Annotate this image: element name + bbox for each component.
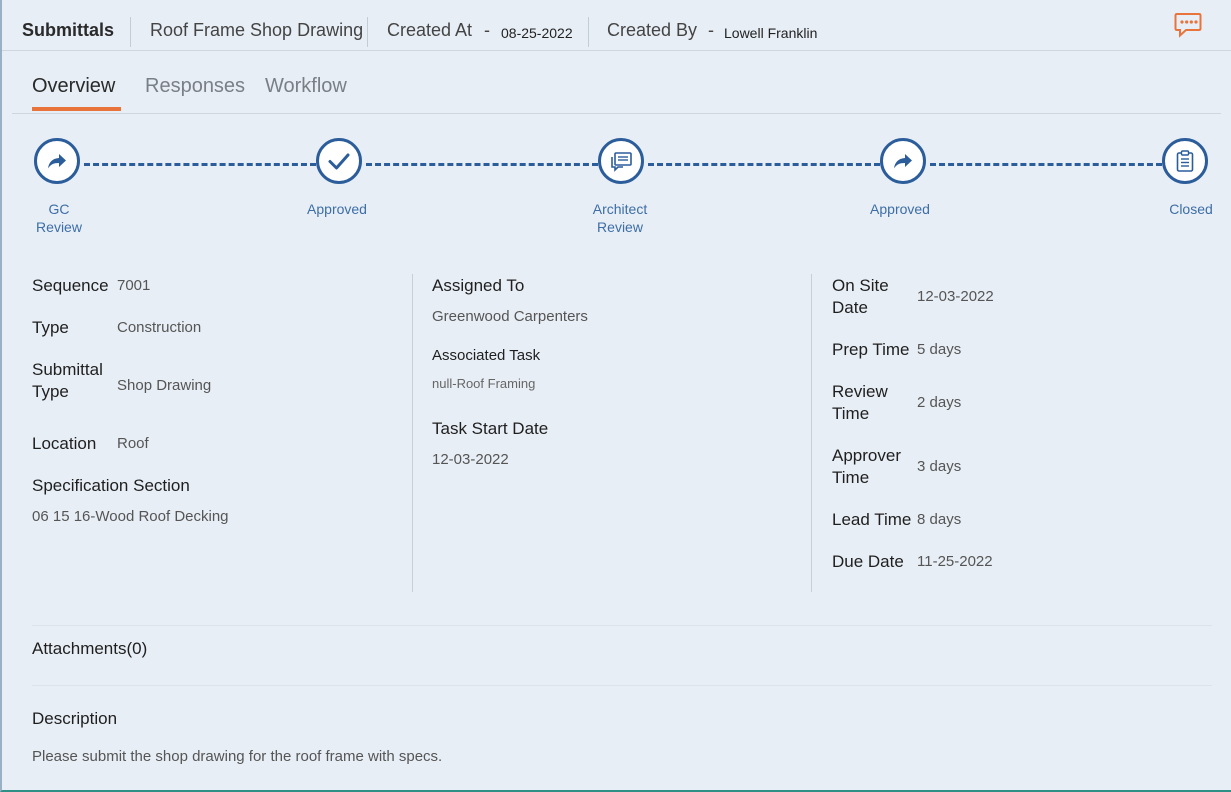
section-divider bbox=[32, 685, 1212, 686]
workflow-step-label: GC Review bbox=[4, 200, 114, 236]
step-label-line: GC bbox=[48, 201, 70, 217]
label-line: Time bbox=[832, 404, 870, 423]
step-label-line: Closed bbox=[1169, 201, 1213, 217]
workflow-step-label: Approved bbox=[282, 200, 392, 218]
review-time-value: 2 days bbox=[917, 394, 962, 411]
workflow-step-architect-review[interactable] bbox=[598, 138, 644, 184]
created-by-label: Created By bbox=[607, 20, 698, 40]
header-divider bbox=[130, 17, 131, 47]
created-by-value: Lowell Franklin bbox=[724, 25, 818, 41]
associated-task-label: Associated Task bbox=[432, 347, 541, 364]
header-divider bbox=[588, 17, 589, 47]
label-line: Date bbox=[832, 298, 868, 317]
prep-time-value: 5 days bbox=[917, 341, 962, 358]
review-time-label: Review Time bbox=[832, 381, 888, 425]
tab-workflow[interactable]: Workflow bbox=[265, 74, 347, 98]
active-tab-indicator bbox=[32, 107, 121, 111]
section-divider bbox=[32, 625, 1212, 626]
share-arrow-icon bbox=[48, 154, 66, 169]
location-label: Location bbox=[32, 434, 97, 453]
approver-time-label: Approver Time bbox=[832, 445, 901, 489]
workflow-step-label: Architect Review bbox=[565, 200, 675, 236]
workflow-step-label: Approved bbox=[845, 200, 955, 218]
page-header: Submittals Roof Frame Shop Drawing Creat… bbox=[2, 0, 1231, 51]
description-label: Description bbox=[32, 709, 118, 728]
description-text: Please submit the shop drawing for the r… bbox=[32, 748, 443, 765]
tab-responses[interactable]: Responses bbox=[145, 74, 245, 98]
workflow-connector bbox=[648, 163, 880, 166]
created-at-value: 08-25-2022 bbox=[501, 25, 573, 41]
on-site-date-value: 12-03-2022 bbox=[917, 288, 994, 305]
lead-time-value: 8 days bbox=[917, 511, 962, 528]
label-line: Time bbox=[832, 468, 870, 487]
workflow-stepper: GC Review Approved Architect Review Appr… bbox=[2, 130, 1231, 240]
sequence-label: Sequence bbox=[32, 276, 109, 295]
on-site-date-label: On Site Date bbox=[832, 275, 889, 319]
share-arrow-icon bbox=[894, 154, 912, 169]
comments-icon bbox=[611, 152, 632, 172]
type-label: Type bbox=[32, 318, 69, 337]
submittal-type-label: Submittal Type bbox=[32, 359, 103, 403]
submittal-name: Roof Frame Shop Drawing bbox=[150, 20, 364, 40]
specification-section-value: 06 15 16-Wood Roof Decking bbox=[32, 508, 229, 525]
step-label-line: Architect bbox=[592, 201, 648, 217]
task-start-date-value: 12-03-2022 bbox=[432, 451, 509, 468]
workflow-step-approved-1[interactable] bbox=[316, 138, 362, 184]
workflow-connector bbox=[930, 163, 1162, 166]
workflow-step-label: Closed bbox=[1136, 200, 1231, 218]
created-by-dash: - bbox=[708, 20, 714, 40]
workflow-step-gc-review[interactable] bbox=[34, 138, 80, 184]
approver-time-value: 3 days bbox=[917, 458, 962, 475]
step-label-line: Approved bbox=[307, 201, 367, 217]
module-title: Submittals bbox=[22, 20, 115, 40]
step-label-line: Approved bbox=[870, 201, 930, 217]
column-divider bbox=[412, 274, 413, 592]
tab-overview[interactable]: Overview bbox=[32, 74, 115, 98]
header-divider bbox=[367, 17, 368, 47]
step-label-line: Review bbox=[597, 219, 643, 235]
location-value: Roof bbox=[117, 435, 149, 452]
assigned-to-label: Assigned To bbox=[432, 276, 525, 295]
sequence-value: 7001 bbox=[117, 277, 151, 294]
column-divider bbox=[811, 274, 812, 592]
assigned-to-value: Greenwood Carpenters bbox=[432, 308, 588, 325]
submittal-type-value: Shop Drawing bbox=[117, 377, 212, 394]
label-line: Type bbox=[32, 382, 69, 401]
workflow-connector bbox=[366, 163, 598, 166]
attachments-link[interactable]: Attachments(0) bbox=[32, 638, 147, 660]
chat-bubble-icon[interactable] bbox=[1174, 12, 1202, 38]
label-line: On Site bbox=[832, 276, 889, 295]
checkmark-icon bbox=[328, 153, 350, 170]
workflow-connector bbox=[84, 163, 316, 166]
label-line: Review bbox=[832, 382, 888, 401]
workflow-step-approved-2[interactable] bbox=[880, 138, 926, 184]
due-date-value: 11-25-2022 bbox=[917, 553, 993, 570]
workflow-step-closed[interactable] bbox=[1162, 138, 1208, 184]
lead-time-label: Lead Time bbox=[832, 510, 912, 529]
associated-task-value: null-Roof Framing bbox=[432, 376, 536, 391]
clipboard-icon bbox=[1176, 150, 1194, 172]
prep-time-label: Prep Time bbox=[832, 340, 910, 359]
created-at-label: Created At bbox=[387, 20, 473, 40]
due-date-label: Due Date bbox=[832, 552, 904, 571]
created-at-dash: - bbox=[484, 20, 490, 40]
label-line: Approver bbox=[832, 446, 901, 465]
task-start-date-label: Task Start Date bbox=[432, 419, 549, 438]
label-line: Submittal bbox=[32, 360, 103, 379]
type-value: Construction bbox=[117, 319, 202, 336]
step-label-line: Review bbox=[36, 219, 82, 235]
tab-bar: Overview Responses Workflow bbox=[12, 62, 1221, 114]
specification-section-label: Specification Section bbox=[32, 476, 190, 495]
